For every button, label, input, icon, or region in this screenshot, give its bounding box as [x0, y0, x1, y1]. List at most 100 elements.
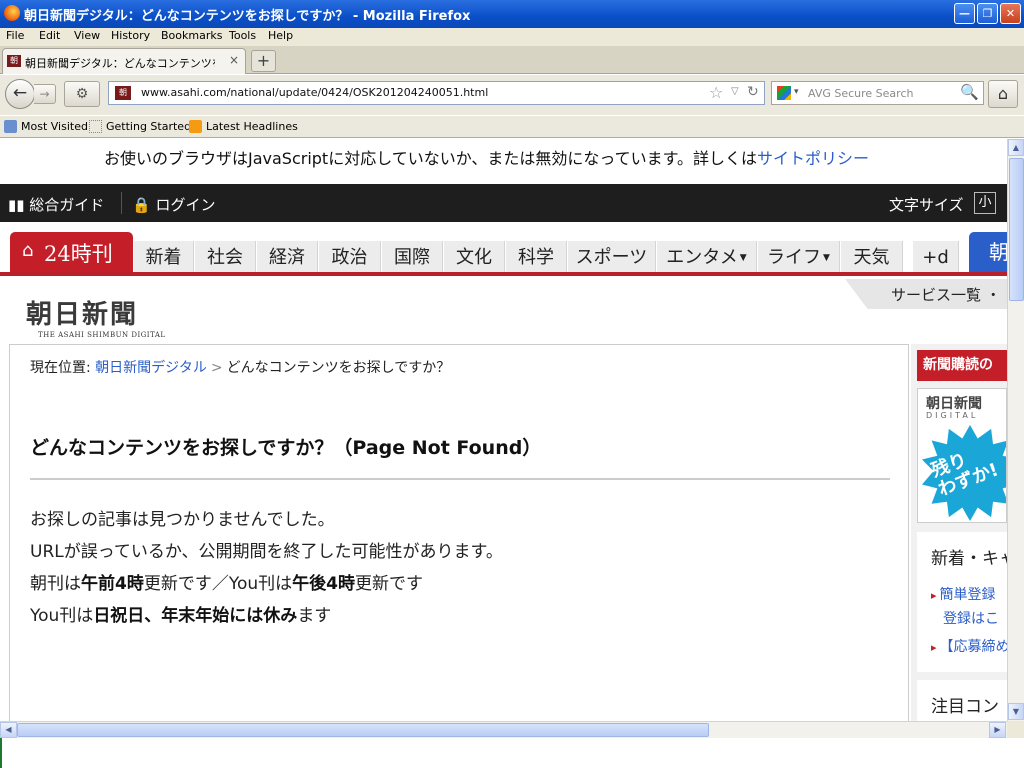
section-nav: ⌂ 24時刊 新着 社会 経済 政治 国際 文化 科学 スポーツ エンタメ ▼ ラ… [0, 232, 1007, 274]
scroll-up-button[interactable]: ▲ [1008, 139, 1024, 156]
menu-view[interactable]: View [74, 29, 100, 42]
font-size-small-button[interactable]: 小 [974, 192, 996, 214]
message-emphasis: 日祝日、年末年始には休み [93, 606, 298, 626]
menu-file[interactable]: File [6, 29, 24, 42]
bookmark-most-visited[interactable]: Most Visited [4, 120, 88, 133]
back-button[interactable]: ← [5, 79, 35, 109]
tab-shinchaku[interactable]: 新着 [134, 241, 194, 272]
tab-kagaku[interactable]: 科学 [506, 241, 567, 272]
home-icon: ⌂ [22, 240, 34, 261]
search-engine-dropdown-icon[interactable]: ▾ [794, 87, 799, 97]
url-bar[interactable]: 朝 www.asahi.com/national/update/0424/OSK… [108, 81, 765, 105]
logo-main-text: 朝日新聞 [26, 300, 139, 330]
message-line-3: 朝刊は午前4時更新です／You刊は午後4時更新です [30, 569, 423, 594]
menu-history[interactable]: History [111, 29, 150, 42]
message-text: 更新です [355, 574, 423, 594]
minimize-button[interactable]: — [954, 3, 975, 24]
tab-label: 朝日新聞デジタル：どんなコンテンツをお探し... [25, 57, 215, 70]
bookmarks-toolbar: Most Visited Getting Started Latest Head… [0, 116, 1024, 138]
page-viewport: お使いのブラウザはJavaScriptに対応していないか、または無効になっていま… [0, 139, 1007, 721]
vertical-scroll-thumb[interactable] [1009, 158, 1024, 301]
site-policy-link[interactable]: サイトポリシー [757, 149, 869, 168]
menu-bookmarks[interactable]: Bookmarks [161, 29, 222, 42]
tab-tenki[interactable]: 天気 [841, 241, 903, 272]
avg-search-engine-icon[interactable] [777, 86, 791, 100]
sidebar-link-register[interactable]: 簡単登録 [931, 584, 996, 604]
guide-label: 総合ガイド [29, 196, 105, 214]
tab-24jikan[interactable]: ⌂ 24時刊 [10, 232, 133, 272]
message-line-4: You刊は日祝日、年末年始には休みます [30, 601, 331, 626]
bookmark-latest-headlines[interactable]: Latest Headlines [189, 120, 298, 133]
bookmark-label: Most Visited [21, 120, 88, 133]
status-area [0, 738, 1024, 768]
breadcrumb: 現在位置: 朝日新聞デジタル > どんなコンテンツをお探しですか？ [30, 357, 450, 377]
horizontal-scroll-thumb[interactable] [17, 723, 709, 737]
asahi-logo[interactable]: 朝日新聞 THE ASAHI SHIMBUN DIGITAL [26, 294, 166, 339]
tab-plus-d[interactable]: +d [913, 241, 959, 272]
tab-keizai[interactable]: 経済 [257, 241, 318, 272]
bookmark-label: Latest Headlines [206, 120, 298, 133]
digital-ad-banner[interactable]: 朝日新聞 DIGITAL 残り わずか! [917, 388, 1007, 523]
scroll-right-button[interactable]: ▶ [989, 722, 1006, 738]
login-link[interactable]: 🔒 ログイン [132, 194, 215, 215]
bookmark-getting-started[interactable]: Getting Started [89, 120, 191, 133]
lock-icon: 🔒 [132, 196, 151, 214]
home-button[interactable]: ⌂ [988, 80, 1018, 108]
horizontal-scrollbar[interactable]: ◀ ▶ [0, 721, 1007, 738]
site-top-bar: ▮▮ 総合ガイド 🔒 ログイン 文字サイズ 小 [0, 184, 1007, 222]
sidebar-link-register-2[interactable]: 登録はこ [943, 608, 999, 628]
message-line-2: URLが誤っているか、公開期間を終了した可能性があります。 [30, 542, 503, 562]
rss-icon [189, 120, 202, 133]
menu-edit[interactable]: Edit [39, 29, 60, 42]
sidebar-link-campaign[interactable]: 【応募締め [931, 636, 1007, 656]
menu-tools[interactable]: Tools [229, 29, 256, 42]
breadcrumb-home-link[interactable]: 朝日新聞デジタル [95, 360, 207, 376]
news-section-heading: 新着・キャ [931, 549, 1007, 569]
news-section: 新着・キャ 簡単登録 登録はこ 【応募締め [917, 532, 1007, 672]
reload-icon[interactable]: ↻ [747, 84, 759, 100]
tab-life[interactable]: ライフ ▼ [758, 241, 840, 272]
url-dropdown-icon[interactable]: ▽ [731, 86, 739, 97]
tab-entame-label: エンタメ [666, 247, 738, 268]
scroll-down-button[interactable]: ▼ [1008, 703, 1024, 720]
message-line-1: お探しの記事は見つかりませんでした。 [30, 510, 335, 530]
scrollbar-corner [1007, 721, 1024, 738]
tab-shakai[interactable]: 社会 [195, 241, 256, 272]
tab-asahi[interactable]: 朝 朝日新聞デジタル：どんなコンテンツをお探し... × [2, 48, 246, 74]
url-text[interactable]: www.asahi.com/national/update/0424/OSK20… [141, 86, 488, 99]
menu-help[interactable]: Help [268, 29, 293, 42]
bookmark-star-icon[interactable]: ☆ [709, 83, 723, 102]
tab-asahi-blue[interactable]: 朝 [969, 232, 1007, 272]
maximize-button[interactable]: ❐ [977, 3, 998, 24]
breadcrumb-prefix: 現在位置: [30, 360, 91, 376]
firefox-icon [4, 5, 20, 21]
tab-seiji[interactable]: 政治 [319, 241, 381, 272]
search-icon[interactable]: 🔍 [960, 83, 979, 101]
message-emphasis: 午後4時 [292, 574, 355, 594]
message-emphasis: 午前4時 [81, 574, 144, 594]
service-list-bar[interactable]: サービス一覧 ・ [845, 279, 1007, 309]
page-icon [89, 120, 102, 133]
new-tab-button[interactable]: + [251, 50, 276, 72]
search-input[interactable]: AVG Secure Search [808, 87, 913, 100]
vertical-scrollbar[interactable]: ▲ ▼ [1007, 139, 1024, 721]
guide-link[interactable]: ▮▮ 総合ガイド [8, 194, 104, 215]
status-indicator [0, 738, 2, 768]
tab-entame[interactable]: エンタメ ▼ [657, 241, 757, 272]
scroll-left-button[interactable]: ◀ [0, 722, 17, 738]
close-button[interactable]: ✕ [1000, 3, 1021, 24]
forward-button[interactable]: → [34, 84, 56, 104]
message-text: You刊は [30, 606, 94, 626]
tab-close-icon[interactable]: × [229, 53, 239, 67]
page-title: どんなコンテンツをお探しですか？（Page Not Found） [30, 437, 542, 459]
bookmark-label: Getting Started [106, 120, 192, 133]
tab-life-label: ライフ [767, 247, 822, 268]
subscription-header[interactable]: 新聞購読の [917, 350, 1007, 381]
tab-bunka[interactable]: 文化 [444, 241, 505, 272]
tab-kokusai[interactable]: 国際 [382, 241, 443, 272]
tab-sports[interactable]: スポーツ [568, 241, 656, 272]
search-bar[interactable]: ▾ AVG Secure Search 🔍 [771, 81, 984, 105]
tab-bar: 朝 朝日新聞デジタル：どんなコンテンツをお探し... × + [0, 46, 1024, 74]
url-favicon-icon: 朝 [115, 86, 131, 100]
addon-button[interactable]: ⚙ [64, 81, 100, 107]
